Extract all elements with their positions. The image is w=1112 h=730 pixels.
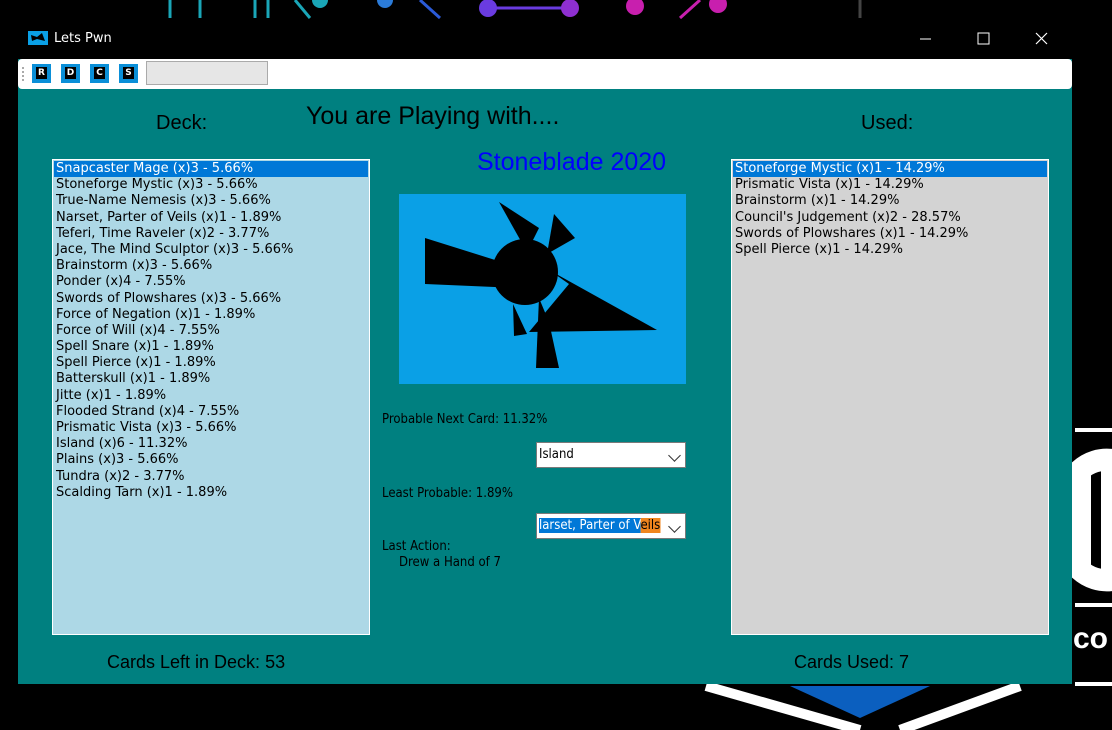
window-title: Lets Pwn: [54, 31, 112, 46]
cards-used-label: Cards Used: 7: [794, 652, 910, 672]
close-button[interactable]: [1013, 19, 1069, 59]
svg-text:co: co: [1073, 622, 1108, 655]
probable-next-combo[interactable]: Island: [536, 442, 686, 468]
app-icon: [28, 31, 48, 45]
list-item[interactable]: Prismatic Vista (x)1 - 14.29%: [733, 177, 1047, 193]
list-item[interactable]: Force of Negation (x)1 - 1.89%: [54, 307, 368, 323]
toolbar: R D C S: [18, 59, 1072, 89]
least-probable-combo[interactable]: larset, Parter of Veils: [536, 513, 686, 539]
app-window: Lets Pwn R D C S Deck: You are Playing w…: [18, 19, 1072, 684]
deck-listbox[interactable]: Snapcaster Mage (x)3 - 5.66% Stoneforge M…: [52, 159, 370, 635]
playing-heading: You are Playing with....: [306, 102, 560, 130]
draw-button-label: D: [65, 67, 76, 79]
list-item[interactable]: Swords of Plowshares (x)3 - 5.66%: [54, 291, 368, 307]
list-item[interactable]: Jace, The Mind Sculptor (x)3 - 5.66%: [54, 242, 368, 258]
list-item[interactable]: Snapcaster Mage (x)3 - 5.66%: [54, 161, 368, 178]
toolbar-grip[interactable]: [22, 67, 26, 81]
draw-button[interactable]: D: [61, 64, 80, 83]
list-item[interactable]: Brainstorm (x)3 - 5.66%: [54, 258, 368, 274]
minimize-button[interactable]: [898, 19, 954, 59]
list-item[interactable]: Tundra (x)2 - 3.77%: [54, 469, 368, 485]
reset-button[interactable]: R: [32, 64, 51, 83]
deck-heading: Deck:: [156, 112, 208, 134]
list-item[interactable]: Plains (x)3 - 5.66%: [54, 452, 368, 468]
card-art-image: [425, 202, 657, 368]
probable-next-value: Island: [539, 447, 574, 462]
least-probable-selected-text: larset, Parter of V: [539, 518, 641, 533]
least-probable-label: Least Probable: 1.89%: [382, 486, 513, 501]
used-listbox[interactable]: Stoneforge Mystic (x)1 - 14.29% Prismatic…: [731, 159, 1049, 635]
s-button-label: S: [123, 67, 134, 79]
maximize-icon: [977, 32, 990, 45]
c-button-label: C: [94, 67, 105, 79]
list-item[interactable]: Ponder (x)4 - 7.55%: [54, 274, 368, 290]
list-item[interactable]: True-Name Nemesis (x)3 - 5.66%: [54, 193, 368, 209]
chevron-down-icon: [668, 520, 681, 533]
s-button[interactable]: S: [119, 64, 138, 83]
reset-button-label: R: [36, 67, 47, 79]
cards-left-label: Cards Left in Deck: 53: [107, 652, 286, 672]
list-item[interactable]: Narset, Parter of Veils (x)1 - 1.89%: [54, 210, 368, 226]
list-item[interactable]: Stoneforge Mystic (x)1 - 14.29%: [733, 161, 1047, 178]
list-item[interactable]: Spell Pierce (x)1 - 1.89%: [54, 355, 368, 371]
least-probable-value: larset, Parter of Veils: [539, 518, 661, 533]
maximize-button[interactable]: [955, 19, 1011, 59]
used-heading: Used:: [861, 112, 914, 134]
list-item[interactable]: Island (x)6 - 11.32%: [54, 436, 368, 452]
minimize-icon: [920, 38, 931, 40]
list-item[interactable]: Batterskull (x)1 - 1.89%: [54, 371, 368, 387]
card-art: [399, 194, 686, 384]
list-item[interactable]: Flooded Strand (x)4 - 7.55%: [54, 404, 368, 420]
list-item[interactable]: Council's Judgement (x)2 - 28.57%: [733, 210, 1047, 226]
c-button[interactable]: C: [90, 64, 109, 83]
last-action-value: Drew a Hand of 7: [399, 555, 501, 570]
list-item[interactable]: Brainstorm (x)1 - 14.29%: [733, 193, 1047, 209]
list-item[interactable]: Stoneforge Mystic (x)3 - 5.66%: [54, 177, 368, 193]
toolbar-text-input[interactable]: [146, 61, 268, 85]
list-item[interactable]: Teferi, Time Raveler (x)2 - 3.77%: [54, 226, 368, 242]
list-item[interactable]: Scalding Tarn (x)1 - 1.89%: [54, 485, 368, 501]
deck-name: Stoneblade 2020: [477, 148, 667, 176]
chevron-down-icon: [668, 449, 681, 462]
close-icon: [1035, 32, 1048, 45]
last-action-label: Last Action:: [382, 539, 451, 554]
list-item[interactable]: Swords of Plowshares (x)1 - 14.29%: [733, 226, 1047, 242]
title-bar[interactable]: Lets Pwn: [18, 19, 1072, 59]
list-item[interactable]: Force of Will (x)4 - 7.55%: [54, 323, 368, 339]
least-probable-highlight-text: eils: [640, 518, 661, 533]
list-item[interactable]: Spell Snare (x)1 - 1.89%: [54, 339, 368, 355]
list-item[interactable]: Prismatic Vista (x)3 - 5.66%: [54, 420, 368, 436]
list-item[interactable]: Jitte (x)1 - 1.89%: [54, 388, 368, 404]
probable-next-label: Probable Next Card: 11.32%: [382, 412, 548, 427]
list-item[interactable]: Spell Pierce (x)1 - 14.29%: [733, 242, 1047, 258]
